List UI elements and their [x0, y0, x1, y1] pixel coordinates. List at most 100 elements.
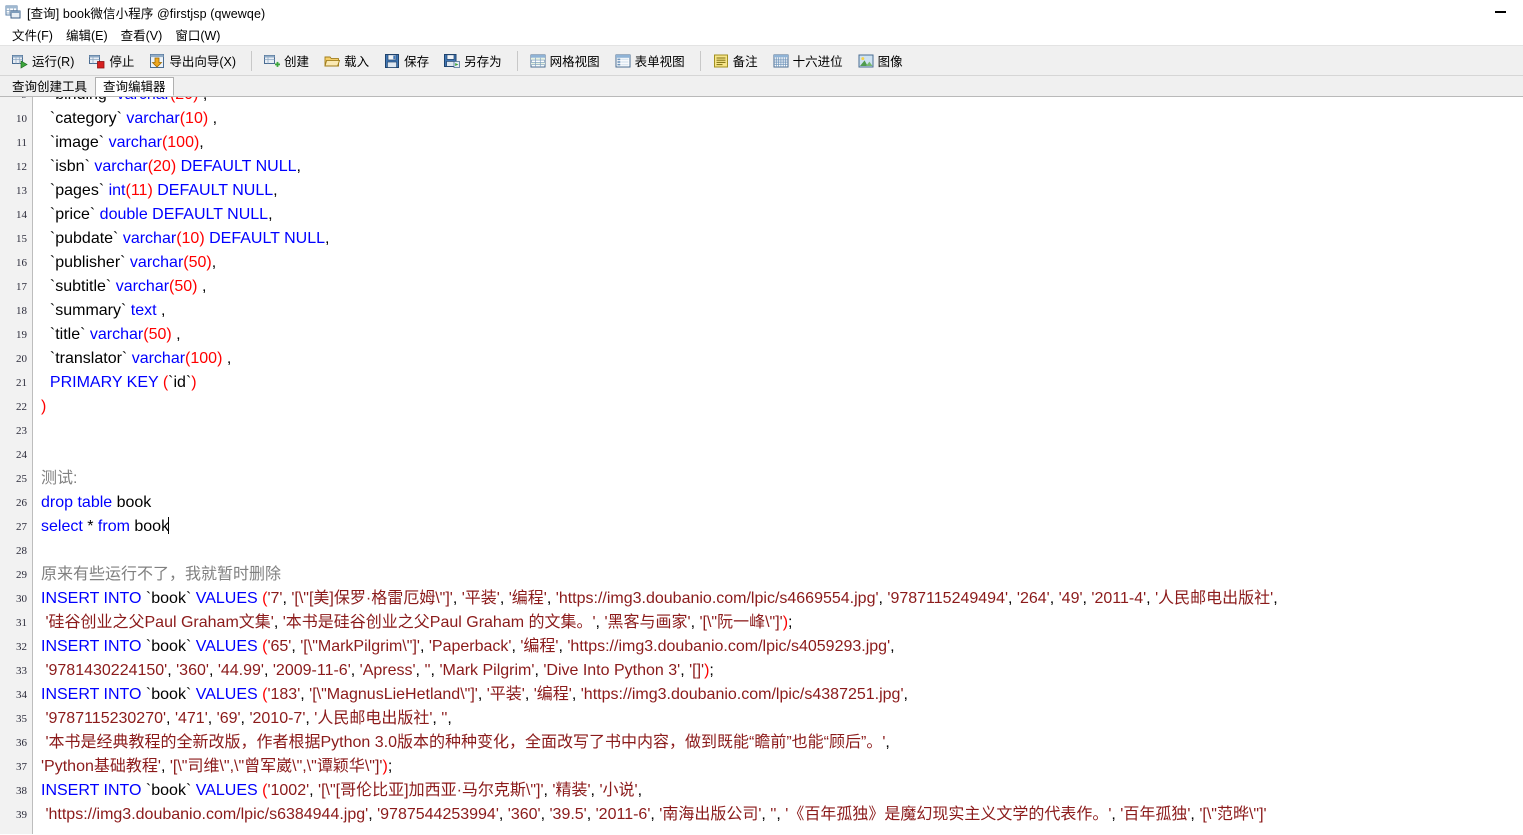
- code-token: varchar: [126, 110, 180, 127]
- code-line: `publisher` varchar(50),: [41, 251, 1282, 275]
- export-wizard-button[interactable]: 导出向导(X): [143, 49, 242, 73]
- code-token: '[\"范晔\"]': [1199, 806, 1267, 823]
- window-title-bar: [查询] book微信小程序 @firstjsp (qwewqe): [0, 0, 1523, 24]
- code-token: int: [108, 182, 126, 199]
- create-icon: [264, 53, 281, 69]
- line-number-gutter: 9 10 11 12 13 14 15 16 17 18 19 20 21 22 23 24 25 26 27 28 2…: [0, 97, 33, 834]
- line-number: 16: [16, 257, 27, 269]
- code-line: select * from book: [41, 515, 1282, 539]
- menu-file-label: 文件(F): [12, 29, 53, 43]
- line-number: 22: [16, 401, 27, 413]
- tab-query-editor[interactable]: 查询编辑器: [95, 77, 174, 96]
- menu-item-edit[interactable]: 编辑(E): [60, 23, 115, 46]
- menu-item-view[interactable]: 查看(V): [115, 23, 170, 46]
- line-number: 19: [16, 329, 27, 341]
- load-button-label: 载入: [344, 55, 370, 69]
- code-token: '人民邮电出版社': [1155, 590, 1274, 607]
- code-token: '[\"[美]保罗·格雷厄姆\"]': [291, 590, 453, 607]
- code-line: `category` varchar(10) ,: [41, 107, 1282, 131]
- code-line: '本书是经典教程的全新改版，作者根据Python 3.0版本的种种变化，全面改写…: [41, 731, 1282, 755]
- code-token: '9787115230270': [41, 710, 167, 727]
- hex-button[interactable]: 十六进位: [767, 49, 849, 73]
- image-button[interactable]: 图像: [852, 49, 909, 73]
- code-token: varchar: [129, 254, 184, 271]
- code-token: 测试:: [41, 470, 78, 487]
- code-token: 20: [175, 97, 193, 103]
- code-token: varchar: [115, 278, 170, 295]
- code-line: 测试:: [41, 467, 1282, 491]
- code-token: ,: [499, 590, 509, 607]
- form-view-button[interactable]: 表单视图: [609, 49, 691, 73]
- code-token: ,: [1008, 590, 1017, 607]
- sql-editor[interactable]: 9 10 11 12 13 14 15 16 17 18 19 20 21 22 23 24 25 26 27 28 2…: [0, 96, 1523, 834]
- code-token: `binding`: [41, 97, 117, 103]
- code-token: ,: [273, 614, 283, 631]
- minimize-button[interactable]: [1478, 0, 1523, 24]
- line-number: 30: [16, 593, 27, 605]
- code-token: '平装': [486, 686, 525, 703]
- export-wizard-icon: [149, 53, 165, 69]
- code-token: ,: [208, 662, 218, 679]
- save-as-button[interactable]: 另存为: [438, 49, 508, 73]
- tab-query-editor-label: 查询编辑器: [103, 80, 166, 94]
- code-token: `subtitle`: [41, 278, 116, 295]
- form-view-icon: [615, 53, 631, 69]
- code-token: '2011-6': [595, 806, 651, 823]
- code-token: INSERT INTO: [41, 638, 146, 655]
- tab-query-builder[interactable]: 查询创建工具: [4, 77, 96, 96]
- code-token: '2009-11-6': [272, 662, 351, 679]
- code-token: ,: [171, 326, 181, 343]
- menu-item-window[interactable]: 窗口(W): [169, 23, 227, 46]
- run-button[interactable]: 运行(R): [6, 49, 80, 73]
- code-token: '471': [174, 710, 208, 727]
- code-token: ,: [350, 662, 360, 679]
- code-token: 11: [130, 182, 148, 199]
- code-line: `image` varchar(100),: [41, 131, 1282, 155]
- code-token: `translator`: [41, 350, 132, 367]
- save-button[interactable]: 保存: [378, 49, 435, 73]
- line-number: 13: [16, 185, 27, 197]
- menu-item-file[interactable]: 文件(F): [6, 23, 60, 46]
- line-number: 39: [16, 809, 27, 821]
- create-button[interactable]: 创建: [258, 49, 315, 73]
- code-token: '[\"阮一峰\"]': [699, 614, 783, 631]
- code-token: varchar: [131, 350, 186, 367]
- code-token: 'https://img3.doubanio.com/lpic/s4669554…: [555, 590, 879, 607]
- window-controls: [1478, 0, 1523, 24]
- code-line: 原来有些运行不了，我就暂时删除: [41, 563, 1282, 587]
- code-token: ,: [885, 734, 895, 751]
- code-token: `pages`: [41, 182, 109, 199]
- menu-window-label: 窗口(W): [175, 29, 221, 43]
- grid-view-button-label: 网格视图: [549, 55, 600, 69]
- code-token: `publisher`: [41, 254, 130, 271]
- code-token: select: [41, 518, 88, 535]
- memo-icon: [713, 53, 729, 69]
- grid-view-icon: [530, 53, 546, 69]
- code-token: 50: [174, 278, 193, 295]
- code-token: '49': [1058, 590, 1083, 607]
- code-token: ,: [546, 590, 556, 607]
- code-token: varchar: [94, 158, 148, 175]
- code-token: 100: [190, 350, 218, 367]
- code-token: DEFAULT NULL: [180, 158, 297, 175]
- code-token: ,: [511, 638, 521, 655]
- code-token: ,: [432, 710, 442, 727]
- text-caret: [168, 517, 170, 534]
- line-number: 14: [16, 209, 27, 221]
- code-token: '360': [507, 806, 541, 823]
- code-line: `translator` varchar(100) ,: [41, 347, 1282, 371]
- grid-view-button[interactable]: 网格视图: [524, 49, 606, 73]
- code-token: '[\"[哥伦比亚]加西亚·马尔克斯\"]': [318, 782, 544, 799]
- stop-button[interactable]: 停止: [83, 49, 140, 73]
- memo-button[interactable]: 备注: [707, 49, 764, 73]
- hex-button-label: 十六进位: [792, 55, 843, 69]
- code-token: ;: [387, 758, 393, 775]
- memo-button-label: 备注: [732, 55, 758, 69]
- code-text-area[interactable]: `binding` varchar(20) , `category` varch…: [33, 97, 1523, 834]
- code-token: ,: [1146, 590, 1156, 607]
- stop-button-label: 停止: [109, 55, 135, 69]
- code-token: '360': [176, 662, 209, 679]
- code-token: `image`: [41, 134, 109, 151]
- load-button[interactable]: 载入: [318, 49, 375, 73]
- line-number: 27: [16, 521, 27, 533]
